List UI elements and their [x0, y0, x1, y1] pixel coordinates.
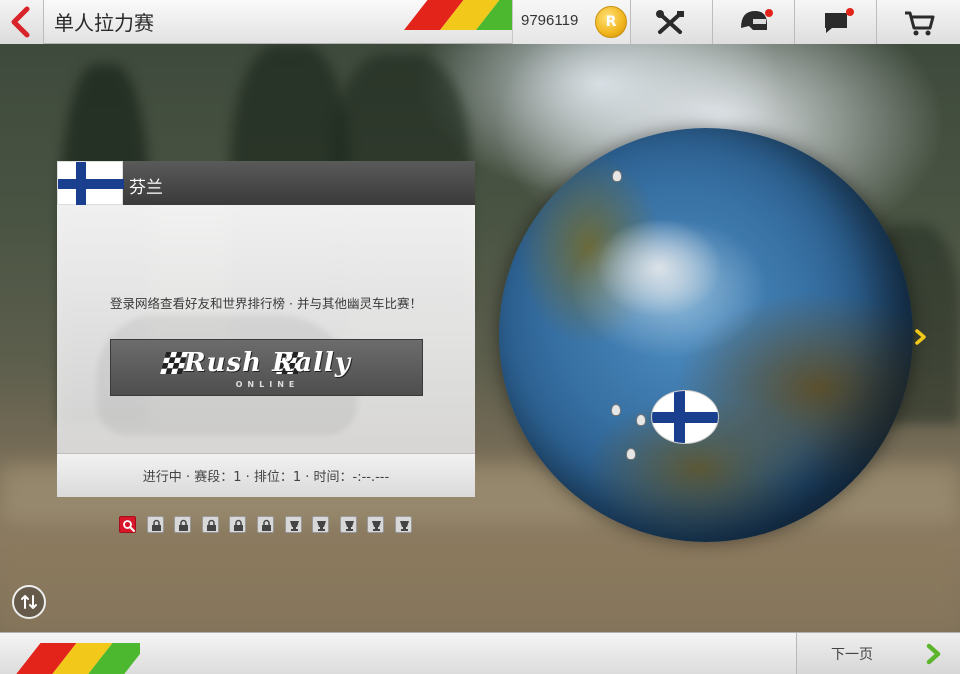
stage-3-button[interactable]	[174, 516, 192, 533]
panel-body: 登录网络查看好友和世界排行榜 · 并与其他幽灵车比赛！ Rush Rally O…	[57, 205, 475, 453]
tools-icon	[656, 10, 684, 34]
location-pin-icon[interactable]	[612, 170, 622, 182]
progress-status: 进行中 · 赛段：1 · 排位：1 · 时间：-:--.---	[142, 470, 390, 485]
bottom-bar: 下一页	[0, 632, 960, 674]
credits-value: 9796119	[521, 12, 579, 29]
banner-title: Rush Rally	[183, 348, 351, 378]
settings-button[interactable]	[630, 0, 712, 44]
stage-4-button[interactable]	[201, 516, 219, 533]
top-bar: 单人拉力赛 9796119 R	[0, 0, 960, 44]
location-pin-icon[interactable]	[611, 404, 621, 416]
cart-icon	[905, 11, 935, 36]
panel-footer: 进行中 · 赛段：1 · 排位：1 · 时间：-:--.---	[57, 453, 475, 497]
stage-2-button[interactable]	[146, 516, 164, 533]
coin-icon: R	[595, 6, 627, 38]
profile-button[interactable]	[712, 0, 794, 44]
stage-1-button[interactable]	[119, 516, 136, 533]
panel-header: 芬兰	[57, 161, 475, 206]
stage-6-button[interactable]	[257, 516, 274, 533]
stage-10-button[interactable]	[367, 516, 385, 533]
location-pin-icon[interactable]	[636, 414, 646, 426]
finland-flag-icon	[57, 161, 124, 206]
lock-icon	[234, 519, 244, 531]
country-info-panel: 芬兰 登录网络查看好友和世界排行榜 · 并与其他幽灵车比赛！ Rush Rall…	[57, 161, 475, 497]
finland-location-flag[interactable]	[651, 390, 719, 444]
world-globe[interactable]	[499, 128, 913, 542]
messages-notification-dot	[846, 8, 854, 16]
stage-9-button[interactable]	[339, 516, 357, 533]
chevron-right-icon[interactable]	[913, 327, 929, 347]
stage-5-button[interactable]	[229, 516, 247, 533]
trophy-icon	[289, 521, 299, 531]
messages-button[interactable]	[794, 0, 876, 44]
trophy-icon	[400, 521, 409, 531]
next-page-label: 下一页	[831, 647, 873, 663]
swap-button[interactable]	[12, 585, 46, 619]
back-button[interactable]	[0, 0, 44, 44]
lock-icon	[179, 519, 189, 531]
page-title: 单人拉力赛	[54, 11, 154, 35]
stage-11-button[interactable]	[395, 516, 412, 533]
profile-notification-dot	[765, 9, 773, 17]
credits-display[interactable]: 9796119 R	[512, 0, 630, 44]
footer-stripes-decoration	[10, 643, 140, 674]
next-page-button[interactable]: 下一页	[796, 633, 960, 674]
location-pin-icon[interactable]	[626, 448, 636, 460]
chat-icon	[825, 13, 847, 33]
chevron-right-icon	[926, 643, 941, 665]
lock-icon	[262, 519, 271, 531]
banner-subtitle: ONLINE	[235, 380, 300, 389]
trophy-icon	[344, 521, 354, 531]
shop-button[interactable]	[876, 0, 960, 44]
header-stripes-decoration	[395, 0, 525, 30]
login-message: 登录网络查看好友和世界排行榜 · 并与其他幽灵车比赛！	[110, 296, 422, 311]
stage-8-button[interactable]	[312, 516, 330, 533]
country-name: 芬兰	[129, 178, 163, 198]
helmet-icon	[741, 11, 767, 30]
trophy-icon	[372, 521, 382, 531]
magnifier-icon	[123, 520, 135, 532]
swap-icon	[21, 595, 37, 609]
back-arrow-icon	[11, 6, 30, 38]
rush-rally-online-banner[interactable]: Rush Rally ONLINE	[110, 339, 423, 396]
trophy-icon	[317, 521, 327, 531]
stage-7-button[interactable]	[284, 516, 302, 533]
lock-icon	[206, 519, 216, 531]
lock-icon	[151, 519, 161, 531]
